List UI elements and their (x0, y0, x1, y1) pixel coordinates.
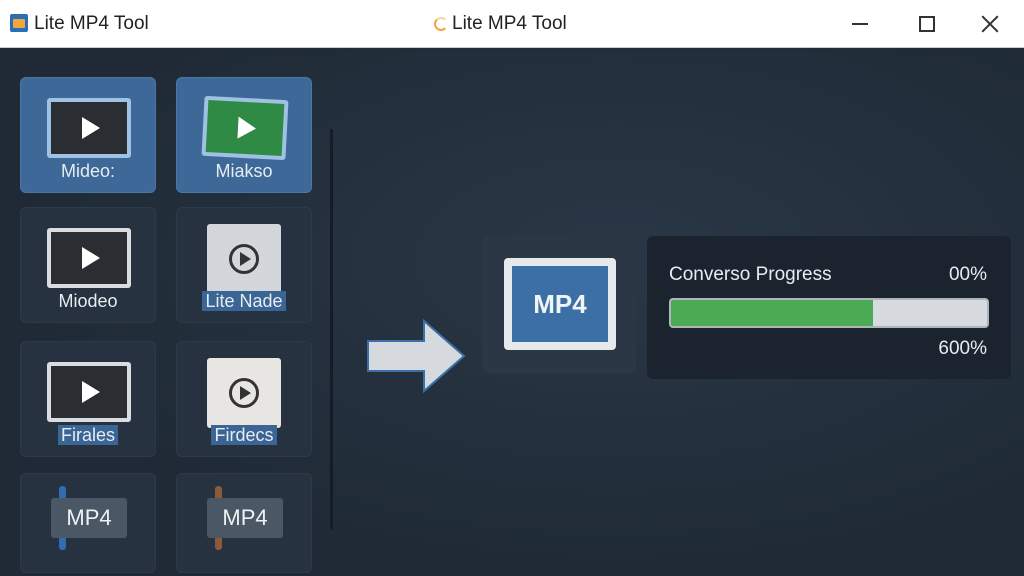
green-video-icon (201, 95, 289, 161)
sidebar-tile-mp4-a[interactable]: MP4 (20, 473, 156, 573)
tile-label: Mideo: (60, 161, 116, 181)
sidebar-tile-miodeo[interactable]: Miodeo (20, 207, 156, 323)
progress-percent-top: 00% (948, 264, 987, 285)
tile-label: Miodeo (58, 291, 118, 311)
progress-title: Converso Progress (669, 264, 832, 285)
progress-bar (669, 298, 989, 328)
close-icon (981, 15, 999, 33)
spinner-icon (434, 17, 448, 31)
sidebar-divider (330, 129, 333, 529)
main-area: Mideo: Miakso Miodeo Lite Nade Firales F… (0, 49, 1024, 576)
tile-label: Firales (57, 425, 118, 445)
window-title-center: Lite MP4 Tool (452, 13, 567, 34)
video-stack-icon (47, 228, 131, 288)
video-stack-icon (47, 362, 131, 422)
progress-fill (671, 300, 874, 326)
maximize-button[interactable] (895, 0, 959, 48)
mp4-chip-icon: MP4 (51, 498, 127, 538)
minimize-button[interactable] (828, 0, 892, 48)
minimize-icon (852, 23, 868, 25)
video-file-icon (207, 358, 281, 428)
app-icon (10, 14, 28, 32)
tile-label: Lite Nade (202, 291, 286, 311)
video-doc-icon (207, 224, 281, 294)
tile-label: Miakso (215, 161, 273, 181)
tile-label: Firdecs (211, 425, 277, 445)
mp4-screen-icon: MP4 (504, 258, 616, 350)
close-button[interactable] (958, 0, 1022, 48)
sidebar-tile-mp4-b[interactable]: MP4 (176, 473, 312, 573)
window-title-center-wrap: Lite MP4 Tool (434, 13, 567, 35)
sidebar-tile-video[interactable]: Mideo: (20, 77, 156, 193)
title-bar: Lite MP4 Tool Lite MP4 Tool (0, 0, 1024, 48)
sidebar-tile-firdecs[interactable]: Firdecs (176, 341, 312, 457)
output-format-label: MP4 (512, 266, 608, 342)
video-screen-icon (47, 98, 131, 158)
window-title-left: Lite MP4 Tool (34, 13, 149, 34)
sidebar-tile-media[interactable]: Miakso (176, 77, 312, 193)
progress-panel: Converso Progress 00% 600% (647, 236, 1011, 379)
maximize-icon (919, 16, 935, 32)
sidebar-tile-lite-nade[interactable]: Lite Nade (176, 207, 312, 323)
right-arrow-icon (367, 319, 466, 393)
sidebar-tile-firales[interactable]: Firales (20, 341, 156, 457)
output-format-card[interactable]: MP4 (482, 236, 636, 374)
mp4-chip-icon: MP4 (207, 498, 283, 538)
progress-percent-bottom: 600% (938, 338, 987, 359)
